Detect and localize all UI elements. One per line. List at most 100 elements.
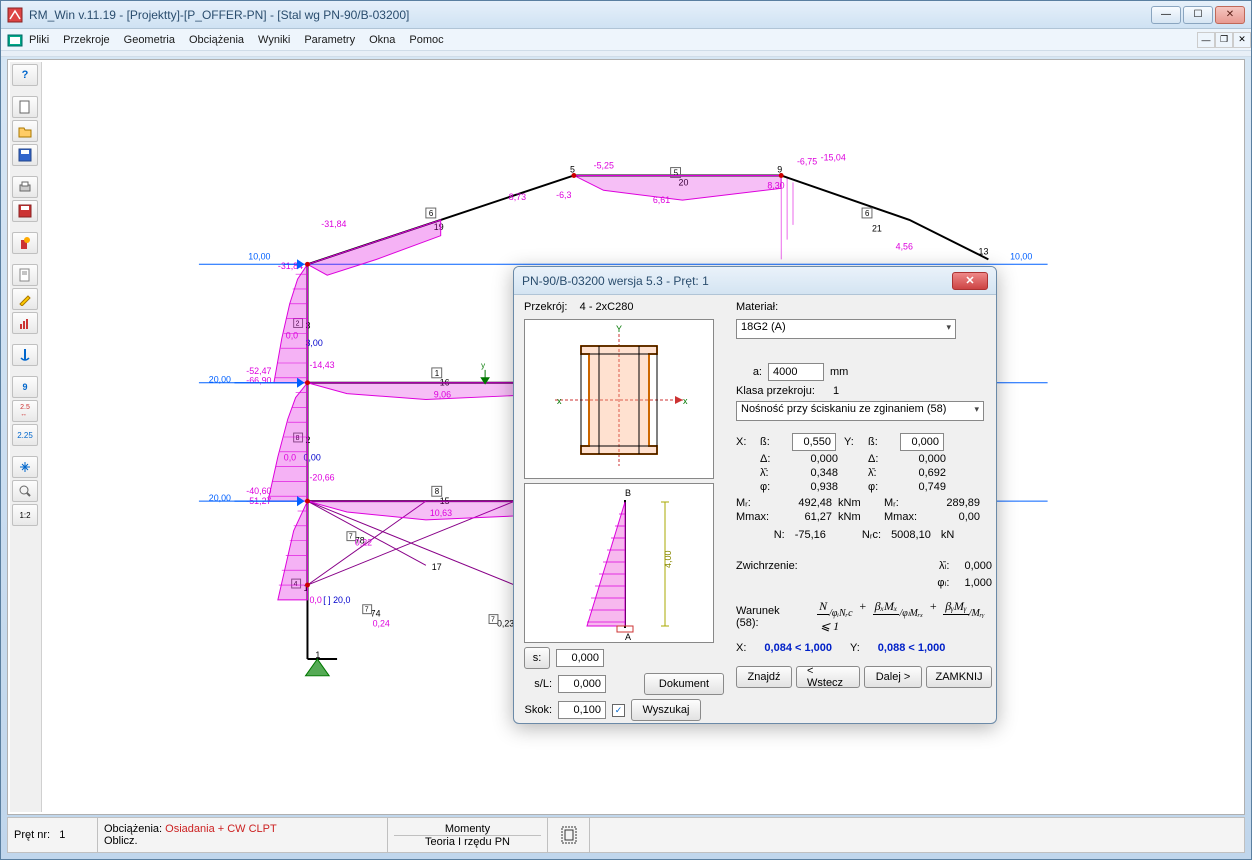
pan-icon[interactable]: [12, 456, 38, 478]
wstecz-button[interactable]: < Wstecz: [796, 666, 860, 688]
menu-parametry[interactable]: Parametry: [304, 34, 355, 46]
svg-text:A: A: [625, 632, 631, 642]
svg-text:20,00: 20,00: [209, 375, 231, 385]
app-icon: [7, 7, 23, 23]
svg-text:5: 5: [570, 165, 575, 175]
result-y: 0,088 < 1,000: [878, 642, 946, 654]
calc-type-select[interactable]: Nośność przy ściskaniu ze zginaniem (58): [736, 401, 984, 421]
close-button[interactable]: ✕: [1215, 6, 1245, 24]
anchor-icon[interactable]: [12, 344, 38, 366]
zamknij-button[interactable]: ZAMKNIJ: [926, 666, 992, 688]
a-input[interactable]: [768, 363, 824, 381]
svg-text:-31,84: -31,84: [321, 219, 346, 229]
value-icon[interactable]: 2.25: [12, 424, 38, 446]
svg-text:0,23: 0,23: [497, 618, 514, 628]
mdi-close[interactable]: ✕: [1233, 32, 1251, 48]
dalej-button[interactable]: Dalej >: [864, 666, 922, 688]
svg-text:-40,60: -40,60: [246, 486, 271, 496]
mdi-minimize[interactable]: —: [1197, 32, 1215, 48]
svg-text:0,0: 0,0: [309, 595, 321, 605]
bars-icon[interactable]: [12, 312, 38, 334]
svg-text:8,73: 8,73: [509, 192, 526, 202]
svg-text:0,24: 0,24: [373, 618, 390, 628]
window-controls: — ☐ ✕: [1151, 6, 1245, 24]
svg-text:20,00: 20,00: [209, 493, 231, 503]
sL-input[interactable]: [558, 675, 606, 693]
beta-x-input[interactable]: [792, 433, 836, 451]
menu-obciazenia[interactable]: Obciążenia: [189, 34, 244, 46]
ratio-icon[interactable]: 1:2: [12, 504, 38, 526]
scale-icon[interactable]: 2.5↔: [12, 400, 38, 422]
wyszukaj-checkbox[interactable]: ✓: [612, 704, 625, 717]
przekroj-value: 4 - 2xC280: [580, 301, 634, 313]
status-obc: Obciążenia: Osiadania + CW CLPT Oblicz.: [98, 818, 388, 852]
menu-okna[interactable]: Okna: [369, 34, 395, 46]
menu-geometria[interactable]: Geometria: [124, 34, 175, 46]
menu-bar: Pliki Przekroje Geometria Obciążenia Wyn…: [1, 29, 1251, 51]
dokument-button[interactable]: Dokument: [644, 673, 724, 695]
svg-text:10,00: 10,00: [248, 251, 270, 261]
skok-input[interactable]: [558, 701, 606, 719]
svg-text:x: x: [683, 396, 688, 406]
svg-text:-66,90: -66,90: [246, 376, 271, 386]
a-unit: mm: [830, 366, 848, 378]
dialog-title-text: PN-90/B-03200 wersja 5.3 - Pręt: 1: [522, 274, 952, 288]
menu-przekroje[interactable]: Przekroje: [63, 34, 109, 46]
skok-label: Skok:: [524, 704, 552, 716]
pencil-icon[interactable]: [12, 288, 38, 310]
beta-y-input[interactable]: [900, 433, 944, 451]
svg-text:-6,3: -6,3: [556, 190, 571, 200]
svg-text:10,00: 10,00: [1010, 251, 1032, 261]
svg-text:-14,43: -14,43: [309, 360, 334, 370]
svg-text:-6,75: -6,75: [797, 157, 817, 167]
svg-text:-5,25: -5,25: [594, 161, 614, 171]
wyszukaj-button[interactable]: Wyszukaj: [631, 699, 701, 721]
svg-text:x: x: [557, 396, 562, 406]
mdi-restore[interactable]: ❐: [1215, 32, 1233, 48]
menu-pomoc[interactable]: Pomoc: [409, 34, 443, 46]
save-icon[interactable]: [12, 144, 38, 166]
svg-text:4,00: 4,00: [663, 550, 673, 568]
left-graphics-column: Y x x: [524, 319, 724, 721]
menu-wyniki[interactable]: Wyniki: [258, 34, 290, 46]
znajdz-button[interactable]: Znajdź: [736, 666, 792, 688]
maximize-button[interactable]: ☐: [1183, 6, 1213, 24]
status-section-icon[interactable]: [548, 818, 590, 852]
mdi-controls: — ❐ ✕: [1197, 32, 1251, 48]
status-tabs[interactable]: Momenty Teoria I rzędu PN: [388, 818, 548, 852]
sL-label: s/L:: [524, 678, 552, 690]
coef-grid: X: ß: Y: ß: Δ: 0,000 Δ: 0,000 λ̄: 0,348 …: [736, 433, 992, 493]
dialog-close-button[interactable]: ✕: [952, 272, 988, 290]
material-row: Materiał:: [736, 301, 992, 313]
svg-text:74: 74: [371, 609, 381, 619]
svg-text:-15,04: -15,04: [821, 153, 846, 163]
svg-text:Y: Y: [616, 324, 622, 334]
window-title: RM_Win v.11.19 - [Projektty]-[P_OFFER-PN…: [29, 8, 1151, 22]
print-icon[interactable]: [12, 176, 38, 198]
svg-text:4,56: 4,56: [896, 242, 913, 252]
klasa-value: 1: [833, 385, 839, 397]
minimize-button[interactable]: —: [1151, 6, 1181, 24]
svg-text:6: 6: [865, 209, 870, 218]
help-icon[interactable]: ?: [12, 64, 38, 86]
save-red-icon[interactable]: [12, 200, 38, 222]
fire-icon[interactable]: [12, 232, 38, 254]
svg-text:21: 21: [872, 224, 882, 234]
svg-text:1: 1: [435, 369, 439, 378]
dialog-titlebar[interactable]: PN-90/B-03200 wersja 5.3 - Pręt: 1 ✕: [514, 267, 996, 295]
przekroj-label: Przekrój:: [524, 301, 567, 313]
main-window: RM_Win v.11.19 - [Projektty]-[P_OFFER-PN…: [0, 0, 1252, 860]
material-select[interactable]: 18G2 (A): [736, 319, 956, 339]
open-icon[interactable]: [12, 120, 38, 142]
svg-text:[ ] 20,0: [ ] 20,0: [323, 595, 350, 605]
new-icon[interactable]: [12, 96, 38, 118]
toolbar-strip: [1, 51, 1251, 57]
doc-icon[interactable]: [12, 264, 38, 286]
num9-icon[interactable]: 9: [12, 376, 38, 398]
s-button[interactable]: s:: [524, 647, 550, 669]
menu-pliki[interactable]: Pliki: [29, 34, 49, 46]
klasa-label: Klasa przekroju:: [736, 385, 815, 397]
zoom-icon[interactable]: [12, 480, 38, 502]
status-pret: Pręt nr: 1: [8, 818, 98, 852]
s-input[interactable]: [556, 649, 604, 667]
